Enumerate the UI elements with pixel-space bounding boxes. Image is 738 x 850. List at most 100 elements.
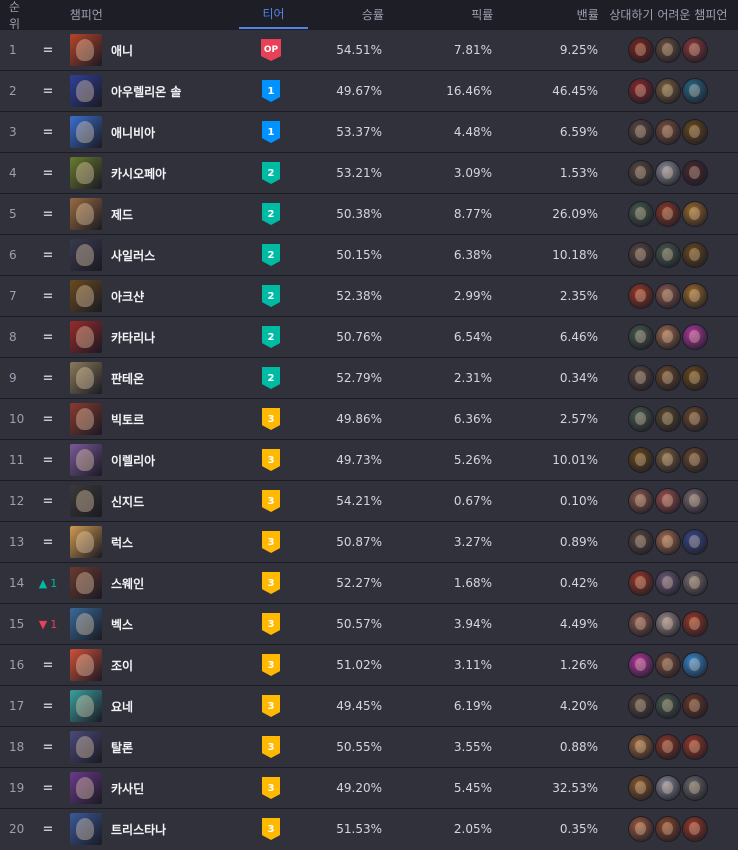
counter-champion-icon[interactable] <box>656 243 680 267</box>
counter-champion-icon[interactable] <box>683 243 707 267</box>
counter-champion-icon[interactable] <box>656 776 680 800</box>
counter-champion-icon[interactable] <box>629 735 653 759</box>
champion-cell[interactable]: 빅토르 <box>66 403 236 435</box>
counter-champion-icon[interactable] <box>629 694 653 718</box>
champion-cell[interactable]: 아크샨 <box>66 280 236 312</box>
header-champion[interactable]: 챔피언 <box>66 6 239 23</box>
counter-champion-icon[interactable] <box>683 694 707 718</box>
champion-cell[interactable]: 신지드 <box>66 485 236 517</box>
champion-cell[interactable]: 애니 <box>66 34 236 66</box>
counter-champion-icon[interactable] <box>683 79 707 103</box>
table-row[interactable]: 18 = 탈론 3 50.55% 3.55% 0.88% <box>0 726 738 767</box>
champion-portrait-icon[interactable] <box>70 34 102 66</box>
champion-name[interactable]: 신지드 <box>111 493 144 510</box>
champion-cell[interactable]: 이렐리아 <box>66 444 236 476</box>
counter-champion-icon[interactable] <box>683 776 707 800</box>
champion-name[interactable]: 벡스 <box>111 616 133 633</box>
table-row[interactable]: 7 = 아크샨 2 52.38% 2.99% 2.35% <box>0 275 738 316</box>
counter-champion-icon[interactable] <box>683 530 707 554</box>
champion-portrait-icon[interactable] <box>70 649 102 681</box>
counter-champion-icon[interactable] <box>683 325 707 349</box>
counter-champion-icon[interactable] <box>629 202 653 226</box>
counter-champion-icon[interactable] <box>629 284 653 308</box>
champion-cell[interactable]: 제드 <box>66 198 236 230</box>
counter-champion-icon[interactable] <box>683 120 707 144</box>
counter-champion-icon[interactable] <box>656 366 680 390</box>
table-row[interactable]: 10 = 빅토르 3 49.86% 6.36% 2.57% <box>0 398 738 439</box>
champion-name[interactable]: 제드 <box>111 206 133 223</box>
counter-champion-icon[interactable] <box>683 161 707 185</box>
counter-champion-icon[interactable] <box>656 120 680 144</box>
counter-champion-icon[interactable] <box>629 366 653 390</box>
champion-name[interactable]: 애니 <box>111 42 133 59</box>
table-row[interactable]: 5 = 제드 2 50.38% 8.77% 26.09% <box>0 193 738 234</box>
champion-name[interactable]: 트리스타나 <box>111 821 166 838</box>
table-row[interactable]: 16 = 조이 3 51.02% 3.11% 1.26% <box>0 644 738 685</box>
table-row[interactable]: 8 = 카타리나 2 50.76% 6.54% 6.46% <box>0 316 738 357</box>
table-row[interactable]: 12 = 신지드 3 54.21% 0.67% 0.10% <box>0 480 738 521</box>
counter-champion-icon[interactable] <box>656 407 680 431</box>
champion-name[interactable]: 애니비아 <box>111 124 155 141</box>
table-row[interactable]: 3 = 애니비아 1 53.37% 4.48% 6.59% <box>0 111 738 152</box>
counter-champion-icon[interactable] <box>656 448 680 472</box>
champion-portrait-icon[interactable] <box>70 444 102 476</box>
counter-champion-icon[interactable] <box>629 489 653 513</box>
header-pickrate[interactable]: 픽률 <box>384 6 493 23</box>
counter-champion-icon[interactable] <box>656 489 680 513</box>
champion-portrait-icon[interactable] <box>70 567 102 599</box>
counter-champion-icon[interactable] <box>683 38 707 62</box>
champion-portrait-icon[interactable] <box>70 75 102 107</box>
table-row[interactable]: 4 = 카시오페아 2 53.21% 3.09% 1.53% <box>0 152 738 193</box>
champion-name[interactable]: 사일러스 <box>111 247 155 264</box>
counter-champion-icon[interactable] <box>656 202 680 226</box>
champion-cell[interactable]: 조이 <box>66 649 236 681</box>
counter-champion-icon[interactable] <box>629 776 653 800</box>
counter-champion-icon[interactable] <box>656 653 680 677</box>
champion-cell[interactable]: 카타리나 <box>66 321 236 353</box>
header-tier-tab[interactable]: 티어 <box>238 0 309 29</box>
table-row[interactable]: 6 = 사일러스 2 50.15% 6.38% 10.18% <box>0 234 738 275</box>
counter-champion-icon[interactable] <box>683 612 707 636</box>
counter-champion-icon[interactable] <box>629 325 653 349</box>
champion-cell[interactable]: 카시오페아 <box>66 157 236 189</box>
champion-portrait-icon[interactable] <box>70 731 102 763</box>
counter-champion-icon[interactable] <box>656 38 680 62</box>
champion-portrait-icon[interactable] <box>70 239 102 271</box>
counter-champion-icon[interactable] <box>656 571 680 595</box>
counter-champion-icon[interactable] <box>683 202 707 226</box>
table-row[interactable]: 20 = 트리스타나 3 51.53% 2.05% 0.35% <box>0 808 738 849</box>
counter-champion-icon[interactable] <box>683 407 707 431</box>
counter-champion-icon[interactable] <box>629 612 653 636</box>
counter-champion-icon[interactable] <box>683 653 707 677</box>
table-row[interactable]: 19 = 카사딘 3 49.20% 5.45% 32.53% <box>0 767 738 808</box>
table-row[interactable]: 15 ▼ 1 벡스 3 50.57% 3.94% 4.49% <box>0 603 738 644</box>
champion-name[interactable]: 럭스 <box>111 534 133 551</box>
champion-name[interactable]: 카사딘 <box>111 780 144 797</box>
counter-champion-icon[interactable] <box>683 284 707 308</box>
champion-name[interactable]: 조이 <box>111 657 133 674</box>
champion-portrait-icon[interactable] <box>70 362 102 394</box>
counter-champion-icon[interactable] <box>629 448 653 472</box>
champion-cell[interactable]: 탈론 <box>66 731 236 763</box>
counter-champion-icon[interactable] <box>683 366 707 390</box>
header-banrate[interactable]: 밴률 <box>493 6 599 23</box>
counter-champion-icon[interactable] <box>683 817 707 841</box>
champion-portrait-icon[interactable] <box>70 526 102 558</box>
champion-portrait-icon[interactable] <box>70 403 102 435</box>
table-row[interactable]: 11 = 이렐리아 3 49.73% 5.26% 10.01% <box>0 439 738 480</box>
counter-champion-icon[interactable] <box>656 161 680 185</box>
champion-name[interactable]: 스웨인 <box>111 575 144 592</box>
counter-champion-icon[interactable] <box>629 161 653 185</box>
champion-name[interactable]: 판테온 <box>111 370 144 387</box>
counter-champion-icon[interactable] <box>683 489 707 513</box>
champion-name[interactable]: 아크샨 <box>111 288 144 305</box>
counter-champion-icon[interactable] <box>656 530 680 554</box>
champion-cell[interactable]: 아우렐리온 솔 <box>66 75 236 107</box>
counter-champion-icon[interactable] <box>656 735 680 759</box>
counter-champion-icon[interactable] <box>656 612 680 636</box>
champion-cell[interactable]: 애니비아 <box>66 116 236 148</box>
counter-champion-icon[interactable] <box>629 530 653 554</box>
champion-portrait-icon[interactable] <box>70 485 102 517</box>
counter-champion-icon[interactable] <box>629 243 653 267</box>
counter-champion-icon[interactable] <box>629 79 653 103</box>
